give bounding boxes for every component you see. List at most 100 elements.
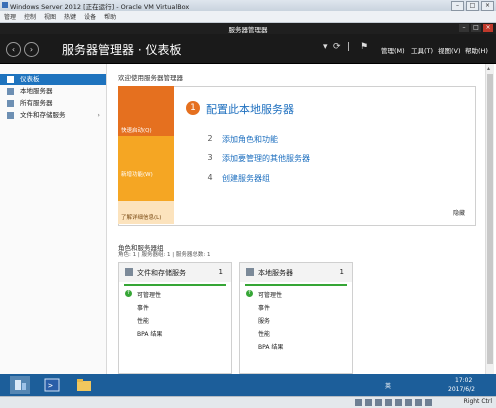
servers-icon	[7, 100, 14, 107]
powershell-icon: >	[44, 378, 60, 392]
server-icon	[7, 88, 14, 95]
whats-new-label: 新增功能(W)	[121, 172, 153, 178]
refresh-icon[interactable]: ⟳	[333, 42, 341, 52]
divider-icon: |	[347, 42, 351, 52]
vbox-window-controls: – □ ×	[451, 1, 494, 11]
svg-text:>: >	[48, 381, 53, 390]
storage-icon	[125, 268, 133, 276]
vbox-menu-bar: 管理 控制 视图 热键 设备 帮助	[0, 11, 496, 23]
back-icon[interactable]: ‹	[6, 42, 21, 57]
sidebar-item-label: 所有服务器	[20, 99, 53, 107]
notification-flag-icon[interactable]: ⚑	[360, 42, 368, 52]
whats-new-tab[interactable]: 新增功能(W)	[118, 136, 174, 201]
status-bar	[245, 284, 347, 286]
role-card-local-server[interactable]: 本地服务器 1 ↑ 可管理性 事件 服务 性能 BPA 结果	[239, 262, 353, 374]
roles-section-summary: 角色: 1 | 服务器组: 1 | 服务器总数: 1	[118, 252, 211, 258]
minimize-icon[interactable]: –	[451, 1, 464, 11]
scroll-thumb[interactable]	[487, 74, 493, 364]
minimize-icon[interactable]: –	[459, 24, 469, 32]
card-row-services[interactable]: 服务	[258, 316, 270, 325]
menu-help[interactable]: 帮助	[104, 12, 116, 21]
chevron-right-icon: ›	[97, 111, 100, 119]
learn-more-label: 了解详细信息(L)	[121, 215, 162, 221]
video-capture-icon[interactable]	[415, 399, 422, 406]
step-number: 2	[207, 134, 213, 143]
hide-link[interactable]: 隐藏	[453, 208, 465, 217]
dashboard-icon	[7, 76, 14, 83]
card-count: 1	[339, 268, 344, 276]
ime-indicator[interactable]: 英	[385, 381, 391, 390]
card-title: 文件和存储服务	[137, 269, 186, 277]
dropdown-icon[interactable]: ▾	[323, 42, 328, 52]
card-row-bpa[interactable]: BPA 结果	[137, 329, 162, 338]
tools-menu[interactable]: 工具(T)	[411, 45, 433, 55]
usb-icon[interactable]	[375, 399, 382, 406]
clock-time[interactable]: 17:02	[455, 377, 472, 384]
add-servers-link[interactable]: 添加要管理的其他服务器	[222, 153, 310, 164]
menu-hotkey[interactable]: 热键	[64, 12, 76, 21]
card-row-events[interactable]: 事件	[137, 303, 149, 312]
step-number: 3	[207, 153, 213, 162]
maximize-icon[interactable]: □	[466, 1, 479, 11]
sidebar-item-dashboard[interactable]: 仪表板	[0, 74, 106, 85]
vbox-status-bar: Right Ctrl	[0, 396, 496, 408]
sidebar-item-label: 本地服务器	[20, 87, 53, 95]
taskbar: > 英 17:02 2017/6/2	[0, 374, 496, 396]
mouse-integration-icon[interactable]	[425, 399, 432, 406]
forward-icon[interactable]: ›	[24, 42, 39, 57]
vertical-scrollbar[interactable]: ▴	[485, 64, 494, 374]
sidebar-item-all-servers[interactable]: 所有服务器	[0, 98, 106, 109]
configure-local-server-link[interactable]: 配置此本地服务器	[206, 101, 294, 117]
shared-folder-icon[interactable]	[395, 399, 402, 406]
network-icon[interactable]	[385, 399, 392, 406]
maximize-icon[interactable]: □	[471, 24, 481, 32]
card-row-bpa[interactable]: BPA 结果	[258, 342, 283, 351]
page-title: 服务器管理器 · 仪表板	[62, 43, 182, 57]
sidebar-item-local-server[interactable]: 本地服务器	[0, 86, 106, 97]
card-row-manageability[interactable]: 可管理性	[258, 290, 282, 299]
scroll-up-icon[interactable]: ▴	[487, 65, 490, 72]
server-manager-taskbar-button[interactable]	[10, 376, 30, 394]
close-icon[interactable]: ×	[483, 24, 493, 32]
sidebar-item-label: 文件和存储服务	[20, 111, 66, 119]
virtualbox-icon	[2, 2, 8, 8]
menu-control[interactable]: 控制	[24, 12, 36, 21]
card-row-events[interactable]: 事件	[258, 303, 270, 312]
vbox-window-title: Windows Server 2012 [正在运行] - Oracle VM V…	[10, 3, 190, 11]
help-menu[interactable]: 帮助(H)	[465, 45, 488, 55]
card-row-manageability[interactable]: 可管理性	[137, 290, 161, 299]
vbox-device-icons	[355, 399, 432, 406]
sidebar-item-file-storage[interactable]: 文件和存储服务 ›	[0, 110, 106, 121]
menu-view[interactable]: 视图	[44, 12, 56, 21]
display-icon[interactable]	[405, 399, 412, 406]
clock-date[interactable]: 2017/6/2	[448, 386, 475, 393]
step-number: 1	[186, 101, 200, 115]
menu-devices[interactable]: 设备	[84, 12, 96, 21]
quick-start-tab[interactable]: 快速启动(Q)	[118, 86, 174, 136]
create-server-group-link[interactable]: 创建服务器组	[222, 173, 270, 184]
server-manager-caption: 服务器管理器 – □ ×	[0, 23, 496, 34]
file-explorer-taskbar-button[interactable]	[74, 376, 94, 394]
menu-machine[interactable]: 管理	[4, 12, 16, 21]
role-card-file-storage[interactable]: 文件和存储服务 1 ↑ 可管理性 事件 性能 BPA 结果	[118, 262, 232, 374]
powershell-taskbar-button[interactable]: >	[42, 376, 62, 394]
card-row-performance[interactable]: 性能	[258, 329, 270, 338]
storage-icon	[7, 112, 14, 119]
welcome-heading: 欢迎使用服务器管理器	[118, 74, 183, 82]
learn-more-tab[interactable]: 了解详细信息(L)	[118, 201, 174, 224]
server-manager-icon	[15, 380, 26, 390]
add-roles-link[interactable]: 添加角色和功能	[222, 134, 278, 145]
status-bar	[124, 284, 226, 286]
caption-controls: – □ ×	[459, 24, 493, 32]
status-ok-icon: ↑	[125, 290, 132, 297]
close-icon[interactable]: ×	[481, 1, 494, 11]
host-key-label: Right Ctrl	[463, 398, 492, 405]
card-row-performance[interactable]: 性能	[137, 316, 149, 325]
optical-drive-icon[interactable]	[365, 399, 372, 406]
caption-title: 服务器管理器	[228, 26, 268, 34]
view-menu[interactable]: 视图(V)	[438, 45, 461, 55]
server-icon	[246, 268, 254, 276]
status-ok-icon: ↑	[246, 290, 253, 297]
hard-disk-icon[interactable]	[355, 399, 362, 406]
manage-menu[interactable]: 管理(M)	[381, 45, 405, 55]
